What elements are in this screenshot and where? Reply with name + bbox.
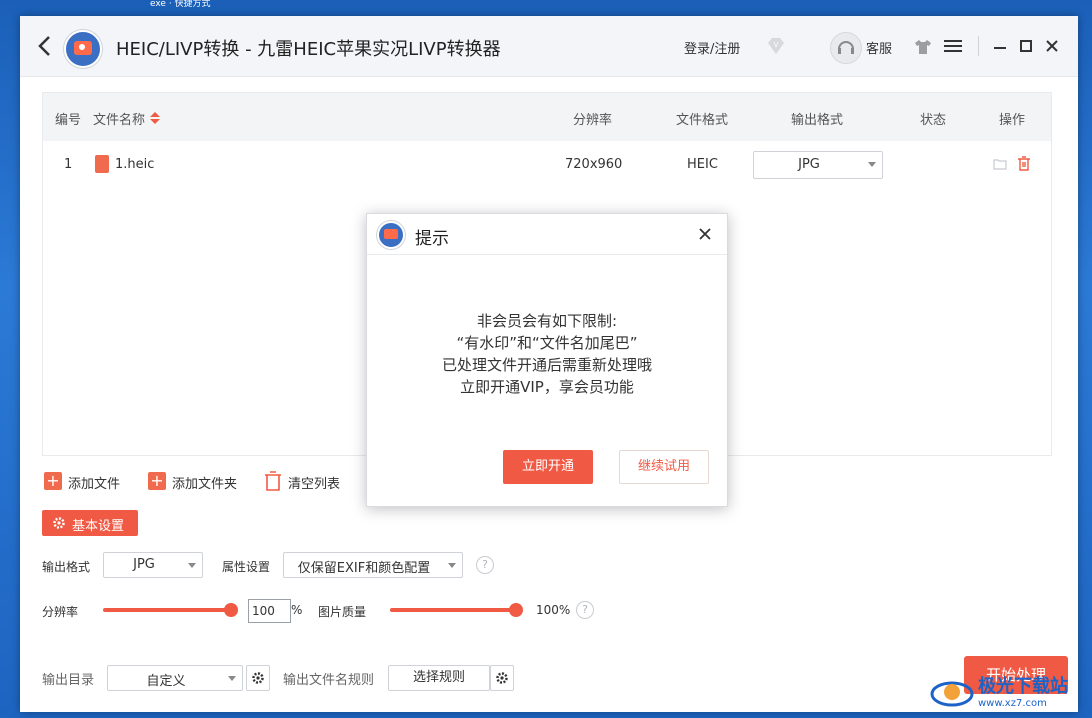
delete-icon[interactable] (1017, 156, 1031, 171)
row-output-format-value: JPG (798, 157, 820, 172)
customer-service-link[interactable]: 客服 (866, 38, 892, 57)
dialog-header: 提示 (367, 214, 727, 255)
dialog-message-line: 已处理文件开通后需重新处理哦 (441, 356, 652, 374)
app-logo (377, 221, 405, 249)
output-format-select[interactable]: JPG (103, 552, 203, 578)
table-header: 编号 文件名称 分辨率 文件格式 输出格式 状态 操作 (43, 93, 1051, 141)
chevron-down-icon (188, 563, 196, 568)
row-output-format-select[interactable]: JPG (753, 151, 883, 179)
quality-value: 100% (536, 603, 571, 617)
svg-text:V: V (774, 41, 779, 49)
resolution-slider-knob[interactable] (224, 603, 238, 617)
dialog-title: 提示 (415, 229, 449, 249)
basic-settings-label: 基本设置 (72, 519, 125, 534)
header-index: 编号 (55, 113, 82, 128)
watermark-url: www.xz7.com (978, 698, 1047, 709)
output-dir-label: 输出目录 (42, 673, 95, 688)
clear-list-label: 清空列表 (288, 477, 341, 492)
gear-icon (252, 672, 264, 684)
filename-rule-label: 输出文件名规则 (283, 673, 375, 688)
resolution-label: 分辨率 (42, 605, 79, 619)
camera-icon (74, 41, 92, 55)
help-icon[interactable]: ? (576, 601, 594, 619)
menu-icon[interactable] (944, 39, 962, 53)
continue-trial-button[interactable]: 继续试用 (619, 450, 709, 484)
row-resolution: 720x960 (565, 157, 623, 172)
add-folder-label: 添加文件夹 (172, 477, 238, 492)
row-file-name: 1.heic (115, 157, 155, 172)
desktop-shortcut-label: exe · 快捷方式 (150, 0, 211, 8)
gear-icon (496, 672, 508, 684)
output-dir-settings-button[interactable] (246, 665, 270, 691)
header-status: 状态 (920, 113, 947, 128)
chevron-down-icon (448, 563, 456, 568)
app-logo (64, 30, 102, 68)
row-file-format: HEIC (687, 157, 718, 172)
gear-icon (53, 517, 65, 529)
watermark-text: 极光下载站 (978, 676, 1068, 697)
dialog-message-line: “有水印”和“文件名加尾巴” (456, 334, 638, 352)
watermark-logo-icon (930, 681, 974, 707)
header-action: 操作 (999, 113, 1026, 128)
output-dir-value: 自定义 (146, 674, 186, 689)
resolution-unit: % (291, 603, 303, 617)
site-watermark: 极光下载站 www.xz7.com (930, 668, 1090, 716)
row-index: 1 (64, 157, 73, 172)
rule-settings-button[interactable] (490, 665, 514, 691)
select-rule-button[interactable]: 选择规则 (388, 665, 490, 691)
output-format-label: 输出格式 (42, 560, 91, 574)
trash-icon (265, 471, 281, 491)
plus-icon: + (148, 472, 166, 490)
quality-label: 图片质量 (318, 605, 367, 619)
output-dir-select[interactable]: 自定义 (107, 665, 243, 691)
help-icon[interactable]: ? (476, 556, 494, 574)
close-icon[interactable] (697, 226, 713, 242)
header-file-name[interactable]: 文件名称 (93, 109, 145, 128)
sort-icon[interactable] (149, 111, 161, 125)
open-folder-icon[interactable] (993, 158, 1007, 170)
maximize-icon[interactable] (1018, 38, 1034, 54)
support-avatar-icon[interactable] (830, 32, 862, 64)
back-arrow-icon[interactable] (34, 34, 56, 58)
quality-slider[interactable] (390, 603, 523, 617)
output-format-value: JPG (133, 557, 155, 572)
header-output-format: 输出格式 (791, 113, 844, 128)
chevron-down-icon (228, 676, 236, 681)
dialog-message-line: 非会员会有如下限制: (476, 312, 618, 330)
file-icon (95, 155, 109, 173)
basic-settings-button[interactable]: 基本设置 (42, 510, 138, 536)
attr-settings-value: 仅保留EXIF和颜色配置 (297, 561, 431, 576)
login-register-link[interactable]: 登录/注册 (684, 38, 740, 57)
titlebar-divider (978, 36, 979, 56)
app-title: HEIC/LIVP转换 - 九雷HEIC苹果实况LIVP转换器 (116, 39, 501, 60)
minimize-icon[interactable] (992, 38, 1008, 54)
dialog-message-line: 立即开通VIP，享会员功能 (460, 378, 634, 396)
attr-settings-label: 属性设置 (222, 560, 271, 574)
header-resolution: 分辨率 (573, 113, 613, 128)
skin-shirt-icon[interactable] (914, 39, 932, 55)
attr-settings-select[interactable]: 仅保留EXIF和颜色配置 (283, 552, 463, 578)
notice-dialog: 提示 非会员会有如下限制: “有水印”和“文件名加尾巴” 已处理文件开通后需重新… (366, 213, 728, 507)
close-window-icon[interactable] (1044, 38, 1060, 54)
plus-icon: + (44, 472, 62, 490)
add-file-label: 添加文件 (68, 477, 121, 492)
resolution-slider[interactable] (103, 603, 238, 617)
resolution-input[interactable]: 100 (248, 599, 291, 623)
chevron-down-icon (868, 162, 876, 167)
open-vip-button[interactable]: 立即开通 (503, 450, 593, 484)
header-file-format: 文件格式 (676, 113, 729, 128)
vip-diamond-icon[interactable]: V (766, 37, 786, 55)
quality-slider-knob[interactable] (509, 603, 523, 617)
title-bar: HEIC/LIVP转换 - 九雷HEIC苹果实况LIVP转换器 登录/注册 V … (20, 16, 1078, 77)
camera-icon (384, 229, 398, 239)
dialog-message: 非会员会有如下限制: “有水印”和“文件名加尾巴” 已处理文件开通后需重新处理哦… (367, 310, 727, 398)
table-row[interactable]: 1 1.heic 720x960 HEIC JPG (43, 143, 1051, 187)
